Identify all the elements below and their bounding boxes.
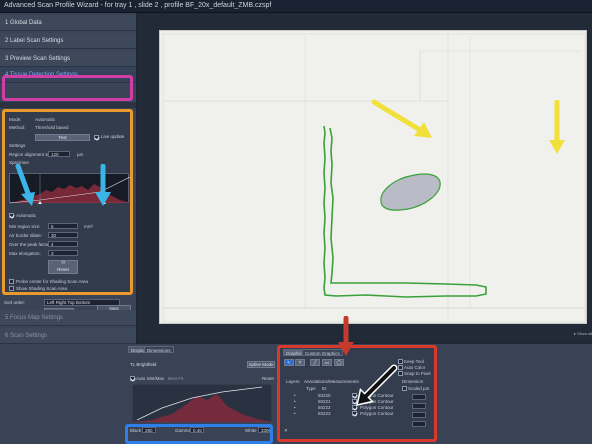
min-region-label: Min region size: [9, 224, 41, 229]
auto-label: Auto [136, 376, 146, 381]
reset-display-label[interactable]: Reset [262, 376, 274, 381]
row-visible-icon[interactable]: • [294, 393, 296, 398]
step-scan-settings[interactable]: 6 Scan Settings [0, 328, 136, 344]
mode-label: Mode: [9, 117, 22, 122]
bestfit-label[interactable]: Best Fit [168, 376, 183, 381]
tissue-detection-settings-box: Mode: Automatic Method: Threshold based … [2, 109, 133, 295]
scaled-checkbox[interactable] [402, 386, 407, 391]
black-arrow-icon [356, 364, 398, 406]
method-value[interactable]: Threshold based [35, 125, 69, 130]
auto-color-checkbox[interactable] [398, 365, 403, 370]
step-label-scan-settings[interactable]: 2 Label Scan Settings [0, 33, 136, 49]
min-region-unit: mm² [84, 224, 93, 229]
select-tool-icon[interactable]: ↖ [284, 359, 294, 366]
region-alignment-unit: µm [77, 152, 84, 157]
tissue-contour-left[interactable] [323, 125, 487, 298]
keep-tool-label: Keep Tool [404, 359, 424, 364]
probe-center-checkbox[interactable] [9, 279, 14, 284]
row-name[interactable]: Polygon Contour [360, 411, 394, 416]
slide-overlay [162, 33, 586, 323]
mode-value[interactable]: Automatic [35, 117, 55, 122]
app-window: Advanced Scan Profile Wizard - for tray … [0, 0, 592, 444]
row-id: 50222 [318, 405, 331, 410]
delete-icon[interactable]: ✕ [284, 428, 288, 434]
air-border-label: Air border dilate: [9, 233, 43, 238]
snap-to-pixel-checkbox[interactable] [398, 371, 403, 376]
row-checkbox[interactable] [352, 411, 357, 416]
step-global-data[interactable]: 1 Global Data [0, 15, 136, 31]
highlight-tissue-detection [2, 75, 133, 101]
show-all-label[interactable]: ▸ Show all [574, 331, 592, 336]
yellow-arrow-right-icon [549, 100, 565, 154]
auto-color-label: Auto Color [404, 365, 426, 370]
channel-name: TL Brightfield [130, 362, 157, 367]
automatic-checkbox[interactable] [9, 213, 14, 218]
red-arrow-down-icon [338, 316, 354, 356]
max-elongation-input[interactable]: 3 [48, 250, 78, 256]
air-border-input[interactable]: 30 [48, 232, 78, 238]
scaled-label: Scaled µm [408, 386, 430, 391]
yellow-arrow-left-icon [371, 99, 432, 138]
row-visible-icon[interactable]: • [294, 405, 296, 410]
dimension-h-input[interactable] [412, 421, 426, 427]
cyan-arrow-right-icon [95, 164, 111, 206]
min-region-input[interactable]: 5 [48, 223, 78, 229]
rectangle-tool-icon[interactable]: ▭ [322, 359, 332, 366]
reset-icon: ⟲ [61, 260, 66, 266]
annotations-label: Annotations/Measurements [304, 379, 359, 384]
max-elongation-label: Max elongation: [9, 251, 41, 256]
spline-mode-button[interactable]: Spline Mode [247, 361, 275, 368]
row-visible-icon[interactable]: • [294, 399, 296, 404]
minmax-label[interactable]: Min/Max [147, 376, 164, 381]
image-view: ▸ Show all [137, 13, 592, 343]
live-update-label: Live update [101, 134, 125, 139]
dimension-y-input[interactable] [412, 403, 426, 409]
sort-order-label: Sort order: [4, 300, 26, 305]
step-focus-map-settings[interactable]: 5 Focus Map Settings [0, 310, 136, 326]
tab-dimensions[interactable]: Dimensions [144, 346, 174, 353]
dimension-label: Dimension [402, 379, 424, 384]
automatic-label: Automatic [16, 213, 37, 218]
wizard-panel: 1 Global Data 2 Label Scan Settings 3 Pr… [0, 13, 136, 444]
region-alignment-input[interactable]: 120 [48, 151, 70, 157]
settings-label: Settings [9, 143, 26, 148]
tissue-contour-right[interactable] [380, 173, 441, 211]
cyan-arrow-left-icon [15, 164, 35, 206]
method-label: Method: [9, 125, 26, 130]
row-id: 50221 [318, 399, 331, 404]
slide-preview-image[interactable] [159, 30, 587, 324]
step-preview-scan-settings[interactable]: 3 Preview Scan Settings [0, 51, 136, 67]
row-id: 50220 [318, 393, 331, 398]
separator [0, 102, 136, 108]
row-visible-icon[interactable]: • [294, 411, 296, 416]
dimension-x-input[interactable] [412, 394, 426, 400]
peak-factor-input[interactable]: 4 [48, 241, 78, 247]
show-shading-label: Show Shading Scan Area [16, 286, 68, 291]
line-tool-icon[interactable]: ╱ [310, 359, 320, 366]
dimension-w-input[interactable] [412, 412, 426, 418]
show-shading-checkbox[interactable] [9, 286, 14, 291]
column-id: ID [322, 386, 327, 391]
display-histogram[interactable] [132, 384, 272, 422]
live-update-checkbox[interactable] [94, 135, 99, 140]
highlight-display-values [125, 424, 273, 444]
text-tool-icon[interactable]: T [295, 359, 305, 366]
peak-factor-label: Over the peak factor: [9, 242, 52, 247]
snap-to-pixel-label: Snap to Pixel [404, 371, 431, 376]
test-button[interactable]: Test [35, 134, 90, 141]
ellipse-tool-icon[interactable]: ◯ [334, 359, 344, 366]
row-id: 50223 [318, 411, 331, 416]
keep-tool-checkbox[interactable] [398, 359, 403, 364]
auto-checkbox[interactable] [130, 376, 135, 381]
window-title: Advanced Scan Profile Wizard - for tray … [0, 0, 592, 13]
probe-center-label: Probe center for Shading Scan Area [16, 279, 89, 284]
layers-label[interactable]: Layers [286, 379, 300, 384]
column-type: Type [306, 386, 316, 391]
